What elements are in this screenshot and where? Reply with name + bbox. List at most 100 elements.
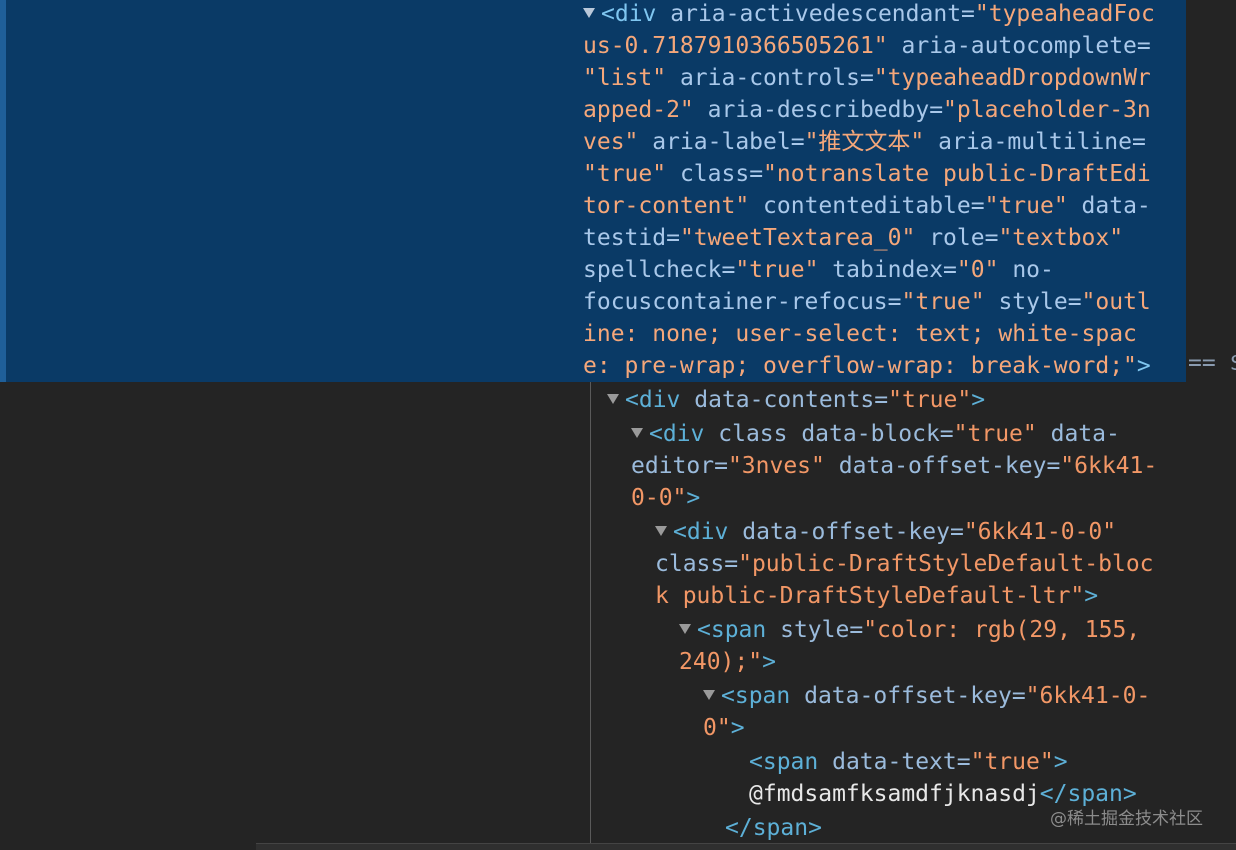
expand-triangle-icon[interactable] bbox=[655, 526, 667, 536]
attr-name: data-text= bbox=[832, 749, 971, 775]
attr-value: "true" bbox=[583, 161, 667, 187]
selected-node-line-1[interactable]: <div aria-activedescendant="typeaheadFoc bbox=[583, 0, 1155, 30]
attr-name: data-offset-key= bbox=[804, 683, 1026, 709]
expand-triangle-icon[interactable] bbox=[583, 8, 595, 18]
attr-value: tor-content" bbox=[583, 193, 750, 219]
tree-node-data-block[interactable]: <div class data-block="true" data- bbox=[631, 418, 1120, 450]
attr-value: "placeholder-3n bbox=[943, 97, 1151, 123]
tree-node-data-block-cont[interactable]: editor="3nves" data-offset-key="6kk41- bbox=[631, 450, 1157, 482]
attr-name: class= bbox=[655, 551, 739, 577]
attr-value: "textbox" bbox=[998, 225, 1124, 251]
selection-edge bbox=[0, 0, 6, 382]
tree-node-draft-block-cont[interactable]: class="public-DraftStyleDefault-bloc bbox=[655, 548, 1154, 580]
attr-name: data- bbox=[1081, 193, 1151, 219]
expand-triangle-icon[interactable] bbox=[607, 394, 619, 404]
tag-close-bracket: > bbox=[1084, 583, 1099, 609]
expand-triangle-icon[interactable] bbox=[631, 428, 643, 438]
tag-close-bracket: > bbox=[730, 715, 745, 741]
tree-node-span-color[interactable]: <span style="color: rgb(29, 155, bbox=[679, 614, 1140, 646]
attr-value: apped-2" bbox=[583, 97, 694, 123]
attr-name: aria-autocomplete= bbox=[901, 33, 1151, 59]
tag-close-bracket: > bbox=[686, 485, 701, 511]
attr-value: 0-0" bbox=[631, 485, 687, 511]
selected-node-line-11[interactable]: ine: none; user-select: text; white-spac bbox=[583, 318, 1137, 350]
attr-name: data-contents= bbox=[694, 387, 889, 413]
selected-node-line-4[interactable]: apped-2" aria-describedby="placeholder-3… bbox=[583, 94, 1151, 126]
attr-name: style= bbox=[780, 617, 864, 643]
tree-node-data-block-end[interactable]: 0-0"> bbox=[631, 482, 700, 514]
attr-value: 240);" bbox=[679, 649, 763, 675]
tree-node-draft-block-end[interactable]: k public-DraftStyleDefault-ltr"> bbox=[655, 580, 1098, 612]
tree-node-draft-block[interactable]: <div data-offset-key="6kk41-0-0" bbox=[655, 516, 1116, 548]
selected-node-line-7[interactable]: tor-content" contenteditable="true" data… bbox=[583, 190, 1151, 222]
attr-name: testid= bbox=[583, 225, 680, 251]
attr-value: "tweetTextarea_0" bbox=[679, 225, 916, 251]
tree-node-data-contents[interactable]: <div data-contents="true"> bbox=[607, 384, 985, 416]
attr-name: tabindex= bbox=[832, 257, 957, 283]
selected-node-line-3[interactable]: "list" aria-controls="typeaheadDropdownW… bbox=[583, 62, 1151, 94]
attr-value: ves" bbox=[583, 129, 639, 155]
console-reference-marker: == $ bbox=[1188, 350, 1236, 376]
tag-close-bracket: > bbox=[762, 649, 776, 675]
tree-node-span-offset[interactable]: <span data-offset-key="6kk41-0- bbox=[703, 680, 1150, 712]
attr-name: style= bbox=[998, 289, 1082, 315]
tag-close-bracket: > bbox=[1053, 749, 1068, 775]
attr-name: data-offset-key= bbox=[742, 519, 964, 545]
selected-node-line-9[interactable]: spellcheck="true" tabindex="0" no- bbox=[583, 254, 1054, 286]
attr-value: "6kk41-0- bbox=[1025, 683, 1151, 709]
selected-node-line-12[interactable]: e: pre-wrap; overflow-wrap: break-word;"… bbox=[583, 350, 1151, 382]
bottom-scrollbar[interactable] bbox=[256, 843, 1236, 850]
tree-node-span-close[interactable]: </span> bbox=[725, 812, 822, 844]
attr-value: 0" bbox=[703, 715, 731, 741]
attr-value: "true" bbox=[888, 387, 972, 413]
attr-value: "6kk41-0-0" bbox=[963, 519, 1117, 545]
attr-name: focuscontainer-refocus= bbox=[583, 289, 902, 315]
tag-close-bracket: > bbox=[1136, 353, 1151, 379]
tag-open: <span bbox=[749, 749, 819, 775]
attr-value: "true" bbox=[953, 421, 1037, 447]
selected-node-line-8[interactable]: testid="tweetTextarea_0" role="textbox" bbox=[583, 222, 1123, 254]
tag-open: <span bbox=[697, 617, 767, 643]
tree-node-span-color-end[interactable]: 240);"> bbox=[679, 646, 776, 678]
attr-value: "typeaheadDropdownWr bbox=[873, 65, 1151, 91]
attr-value: "true" bbox=[984, 193, 1068, 219]
selected-node-line-6[interactable]: "true" class="notranslate public-DraftEd… bbox=[583, 158, 1151, 190]
attr-name: editor= bbox=[631, 453, 728, 479]
attr-value: "true" bbox=[901, 289, 985, 315]
attr-name: aria-controls= bbox=[679, 65, 874, 91]
tree-guide-line bbox=[590, 382, 591, 844]
attr-value: "0" bbox=[956, 257, 999, 283]
attr-name: aria-activedescendant= bbox=[670, 1, 975, 27]
attr-name: data- bbox=[1050, 421, 1120, 447]
attr-value: ine: none; user-select: text; white-spac bbox=[583, 321, 1137, 347]
attr-name: data-offset-key= bbox=[838, 453, 1061, 479]
tag-close: </span> bbox=[725, 815, 822, 841]
selected-node-line-2[interactable]: us-0.7187910366505261" aria-autocomplete… bbox=[583, 30, 1151, 62]
tag-open: <div bbox=[601, 1, 657, 27]
attr-value: "outl bbox=[1081, 289, 1151, 315]
tag-open: <div bbox=[649, 421, 705, 447]
tag-open: <div bbox=[673, 519, 729, 545]
attr-value: "3nves" bbox=[727, 453, 825, 479]
attr-name: contenteditable= bbox=[763, 193, 985, 219]
text-node: @fmdsamfksamdfjknasdj bbox=[749, 781, 1040, 807]
selected-node-line-5[interactable]: ves" aria-label="推文文本" aria-multiline= bbox=[583, 126, 1146, 158]
attr-value: "list" bbox=[583, 65, 667, 91]
attr-value: "public-DraftStyleDefault-bloc bbox=[738, 551, 1154, 577]
expand-triangle-icon[interactable] bbox=[703, 690, 715, 700]
attr-value: "typeaheadFoc bbox=[974, 1, 1155, 27]
tree-node-span-text[interactable]: <span data-text="true"> bbox=[749, 746, 1068, 778]
attr-value: "true" bbox=[970, 749, 1054, 775]
attr-value: "true" bbox=[735, 257, 819, 283]
watermark: @稀土掘金技术社区 bbox=[1050, 809, 1203, 829]
tree-node-span-offset-end[interactable]: 0"> bbox=[703, 712, 745, 744]
selected-node-line-10[interactable]: focuscontainer-refocus="true" style="out… bbox=[583, 286, 1151, 318]
attr-value: k public-DraftStyleDefault-ltr" bbox=[655, 583, 1085, 609]
expand-triangle-icon[interactable] bbox=[679, 624, 691, 634]
attr-value: "6kk41- bbox=[1060, 453, 1158, 479]
attr-name: role= bbox=[929, 225, 999, 251]
attr-value: e: pre-wrap; overflow-wrap: break-word;" bbox=[583, 353, 1137, 379]
attr-name: aria-multiline= bbox=[938, 129, 1146, 155]
tag-open: <div bbox=[625, 387, 681, 413]
attr-name: aria-label= bbox=[652, 129, 805, 155]
